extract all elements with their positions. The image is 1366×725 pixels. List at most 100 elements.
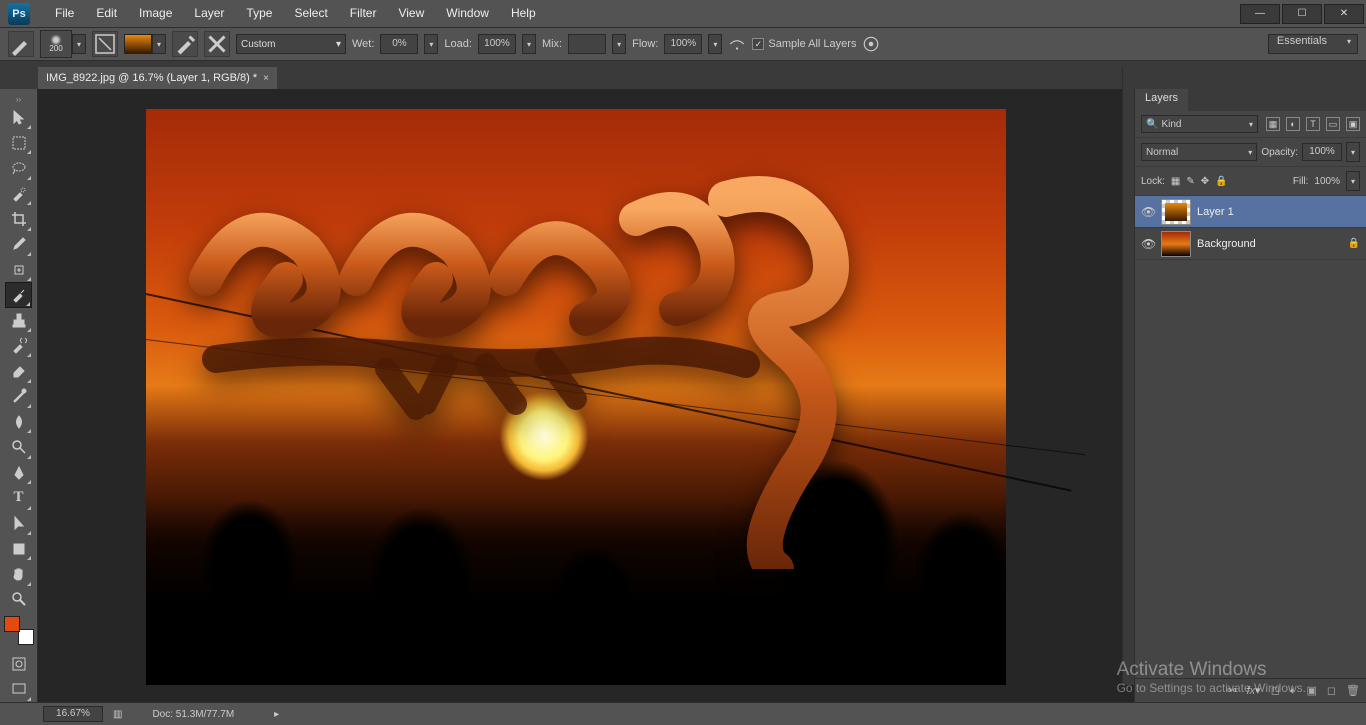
layer-row[interactable]: 👁 Background 🔒: [1135, 228, 1366, 260]
workspace-switcher[interactable]: Essentials: [1268, 34, 1358, 54]
screen-mode-toggle[interactable]: [5, 677, 32, 702]
layer-mask-icon[interactable]: ◻: [1271, 684, 1280, 697]
mix-value[interactable]: [568, 34, 606, 54]
load-value[interactable]: 100%: [478, 34, 516, 54]
crop-tool[interactable]: [5, 206, 32, 231]
load-brush-button[interactable]: [172, 31, 198, 57]
blend-mode-dropdown[interactable]: Normal▾: [1141, 143, 1257, 161]
layer-name[interactable]: Layer 1: [1197, 206, 1234, 218]
lock-paint-icon[interactable]: ✎: [1186, 176, 1194, 187]
window-minimize-button[interactable]: —: [1240, 4, 1280, 24]
menu-image[interactable]: Image: [128, 0, 183, 27]
layer-thumbnail[interactable]: [1161, 231, 1191, 257]
filter-pixel-icon[interactable]: ▦: [1266, 117, 1280, 131]
menu-window[interactable]: Window: [435, 0, 500, 27]
window-close-button[interactable]: ✕: [1324, 4, 1364, 24]
healing-tool[interactable]: [5, 257, 32, 282]
document-tab[interactable]: IMG_8922.jpg @ 16.7% (Layer 1, RGB/8) * …: [38, 67, 277, 89]
pen-tool[interactable]: [5, 460, 32, 485]
fill-dropdown[interactable]: ▾: [1346, 171, 1360, 191]
layer-style-icon[interactable]: fx▾: [1247, 684, 1261, 697]
menu-layer[interactable]: Layer: [183, 0, 235, 27]
load-dropdown[interactable]: ▾: [522, 34, 536, 54]
layer-group-icon[interactable]: ▣: [1306, 684, 1316, 697]
menu-select[interactable]: Select: [283, 0, 338, 27]
dodge-tool[interactable]: [5, 434, 32, 459]
canvas-area[interactable]: [38, 89, 1134, 702]
opacity-dropdown[interactable]: ▾: [1346, 142, 1360, 162]
lock-all-icon[interactable]: 🔒: [1215, 176, 1227, 187]
brush-load-swatch[interactable]: [124, 34, 152, 54]
document-canvas[interactable]: [146, 109, 1006, 685]
doc-size-label: Doc:: [152, 709, 173, 720]
gradient-tool[interactable]: [5, 384, 32, 409]
status-dropdown-arrow[interactable]: ▸: [274, 709, 279, 720]
flow-dropdown[interactable]: ▾: [708, 34, 722, 54]
layer-lock-icon: 🔒: [1348, 238, 1360, 249]
sample-all-checkbox[interactable]: ✓: [752, 38, 764, 50]
layer-filter-dropdown[interactable]: 🔍 Kind▾: [1141, 115, 1258, 133]
lock-position-icon[interactable]: ✥: [1201, 176, 1209, 187]
brush-load-dropdown[interactable]: ▾: [152, 34, 166, 54]
brush-panel-toggle[interactable]: [92, 31, 118, 57]
delete-layer-icon[interactable]: 🗑: [1346, 684, 1360, 697]
filter-type-icon[interactable]: T: [1306, 117, 1320, 131]
history-brush-tool[interactable]: [5, 333, 32, 358]
collapsed-panel-dock[interactable]: [1122, 67, 1134, 685]
hand-tool[interactable]: [5, 561, 32, 586]
filter-shape-icon[interactable]: ▭: [1326, 117, 1340, 131]
menu-view[interactable]: View: [387, 0, 435, 27]
fill-value[interactable]: 100%: [1314, 176, 1340, 187]
stamp-tool[interactable]: [5, 308, 32, 333]
lasso-tool[interactable]: [5, 155, 32, 180]
layer-visibility-toggle[interactable]: 👁: [1141, 237, 1155, 251]
tablet-pressure-toggle[interactable]: [862, 35, 880, 53]
menu-edit[interactable]: Edit: [85, 0, 128, 27]
clean-brush-button[interactable]: [204, 31, 230, 57]
layer-name[interactable]: Background: [1197, 238, 1256, 250]
wet-preset-dropdown[interactable]: Custom▾: [236, 34, 346, 54]
color-swatches[interactable]: [4, 616, 34, 645]
eyedropper-tool[interactable]: [5, 232, 32, 257]
opacity-value[interactable]: 100%: [1302, 143, 1342, 161]
blur-tool[interactable]: [5, 409, 32, 434]
menu-type[interactable]: Type: [235, 0, 283, 27]
menu-help[interactable]: Help: [500, 0, 547, 27]
brush-preset-picker[interactable]: 200: [40, 30, 72, 58]
move-tool[interactable]: [5, 105, 32, 130]
layer-thumbnail[interactable]: [1161, 199, 1191, 225]
layer-row[interactable]: 👁 Layer 1: [1135, 196, 1366, 228]
zoom-tool[interactable]: [5, 587, 32, 612]
quick-select-tool[interactable]: [5, 181, 32, 206]
quick-mask-toggle[interactable]: [5, 651, 32, 676]
airbrush-toggle[interactable]: [728, 35, 746, 53]
brush-preset-dropdown[interactable]: ▾: [72, 34, 86, 54]
eraser-tool[interactable]: [5, 358, 32, 383]
document-tab-close[interactable]: ×: [263, 73, 269, 84]
path-select-tool[interactable]: [5, 511, 32, 536]
shape-tool[interactable]: [5, 536, 32, 561]
lock-label: Lock:: [1141, 176, 1165, 187]
new-layer-icon[interactable]: ◻: [1327, 684, 1336, 697]
wet-value[interactable]: 0%: [380, 34, 418, 54]
window-restore-button[interactable]: ☐: [1282, 4, 1322, 24]
type-tool[interactable]: T: [5, 485, 32, 510]
marquee-tool[interactable]: [5, 130, 32, 155]
filter-smart-icon[interactable]: ▣: [1346, 117, 1360, 131]
lock-transparency-icon[interactable]: ▦: [1171, 176, 1180, 187]
link-layers-icon[interactable]: ⚯: [1227, 684, 1236, 697]
filter-adjust-icon[interactable]: ◐: [1286, 117, 1300, 131]
toolbox-collapse[interactable]: ››: [0, 95, 37, 105]
status-icon[interactable]: ▥: [113, 709, 122, 720]
layer-visibility-toggle[interactable]: 👁: [1141, 205, 1155, 219]
brush-tool[interactable]: [5, 282, 32, 307]
mix-dropdown[interactable]: ▾: [612, 34, 626, 54]
menu-filter[interactable]: Filter: [339, 0, 388, 27]
zoom-level-field[interactable]: 16.67%: [43, 706, 103, 722]
layers-tab[interactable]: Layers: [1135, 89, 1188, 111]
flow-value[interactable]: 100%: [664, 34, 702, 54]
tool-preset-dropdown[interactable]: [8, 31, 34, 57]
wet-dropdown[interactable]: ▾: [424, 34, 438, 54]
adjustment-layer-icon[interactable]: ◐: [1290, 685, 1297, 697]
menu-file[interactable]: File: [44, 0, 85, 27]
